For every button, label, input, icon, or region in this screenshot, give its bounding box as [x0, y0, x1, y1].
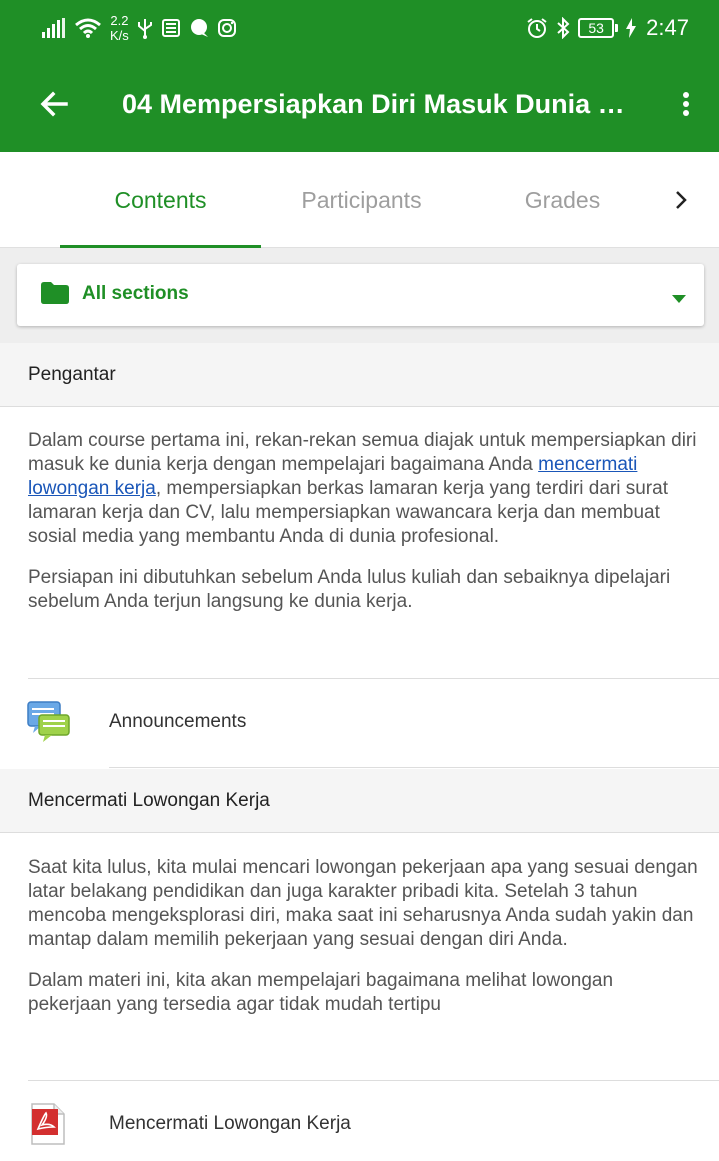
caret-down-icon	[672, 290, 686, 308]
tab-grades[interactable]: Grades	[462, 152, 663, 248]
pdf-icon	[30, 1103, 66, 1150]
status-bar: 2.2 K/s 53 2:47	[0, 0, 719, 56]
clock: 2:47	[646, 15, 689, 40]
section-header-pengantar: Pengantar	[0, 343, 719, 407]
charging-icon	[626, 18, 637, 38]
tab-contents[interactable]: Contents	[60, 152, 261, 248]
tabs-next-button[interactable]	[663, 182, 699, 218]
section-summary-mencermati: Saat kita lulus, kita mulai mencari lowo…	[28, 856, 698, 1034]
more-vertical-icon	[683, 92, 689, 116]
chat-bubble-icon	[189, 18, 209, 38]
alarm-icon	[526, 17, 548, 39]
news-icon	[161, 18, 181, 38]
module-announcements[interactable]: Announcements	[0, 679, 719, 767]
net-speed: 2.2 K/s	[110, 13, 129, 43]
summary-paragraph: Saat kita lulus, kita mulai mencari lowo…	[28, 857, 698, 950]
folder-icon	[41, 282, 69, 309]
tab-bar: Contents Participants Grades	[0, 152, 719, 248]
bluetooth-icon	[556, 17, 570, 39]
module-name: Mencermati Lowongan Kerja	[109, 1113, 351, 1134]
module-name: Announcements	[109, 711, 247, 732]
arrow-left-icon	[40, 91, 68, 117]
signal-icon	[42, 18, 66, 38]
battery-indicator: 53	[578, 18, 619, 38]
section-selector[interactable]: All sections	[17, 264, 704, 326]
app-bar: 04 Mempersiapkan Diri Masuk Dunia Kerja	[0, 56, 719, 152]
chevron-right-icon	[676, 191, 687, 209]
section-summary-pengantar: Dalam course pertama ini, rekan-rekan se…	[28, 429, 698, 631]
more-options-button[interactable]	[671, 84, 701, 124]
module-mencermati-lowongan[interactable]: Mencermati Lowongan Kerja	[0, 1081, 719, 1161]
divider	[109, 767, 719, 768]
summary-paragraph: Dalam course pertama ini, rekan-rekan se…	[28, 429, 698, 549]
usb-icon	[137, 17, 153, 39]
section-header-mencermati: Mencermati Lowongan Kerja	[0, 769, 719, 833]
battery-level: 53	[578, 18, 615, 38]
wifi-icon	[74, 17, 102, 39]
instagram-icon	[217, 18, 237, 38]
net-speed-unit: K/s	[110, 28, 129, 43]
net-speed-value: 2.2	[110, 13, 129, 28]
summary-paragraph: Persiapan ini dibutuhkan sebelum Anda lu…	[28, 567, 671, 612]
forum-icon	[27, 701, 71, 748]
page-title: 04 Mempersiapkan Diri Masuk Dunia Kerja	[122, 89, 632, 119]
section-selector-label: All sections	[82, 283, 189, 304]
back-button[interactable]	[34, 84, 74, 124]
summary-paragraph: Dalam materi ini, kita akan mempelajari …	[28, 970, 614, 1015]
tab-participants[interactable]: Participants	[261, 152, 462, 248]
